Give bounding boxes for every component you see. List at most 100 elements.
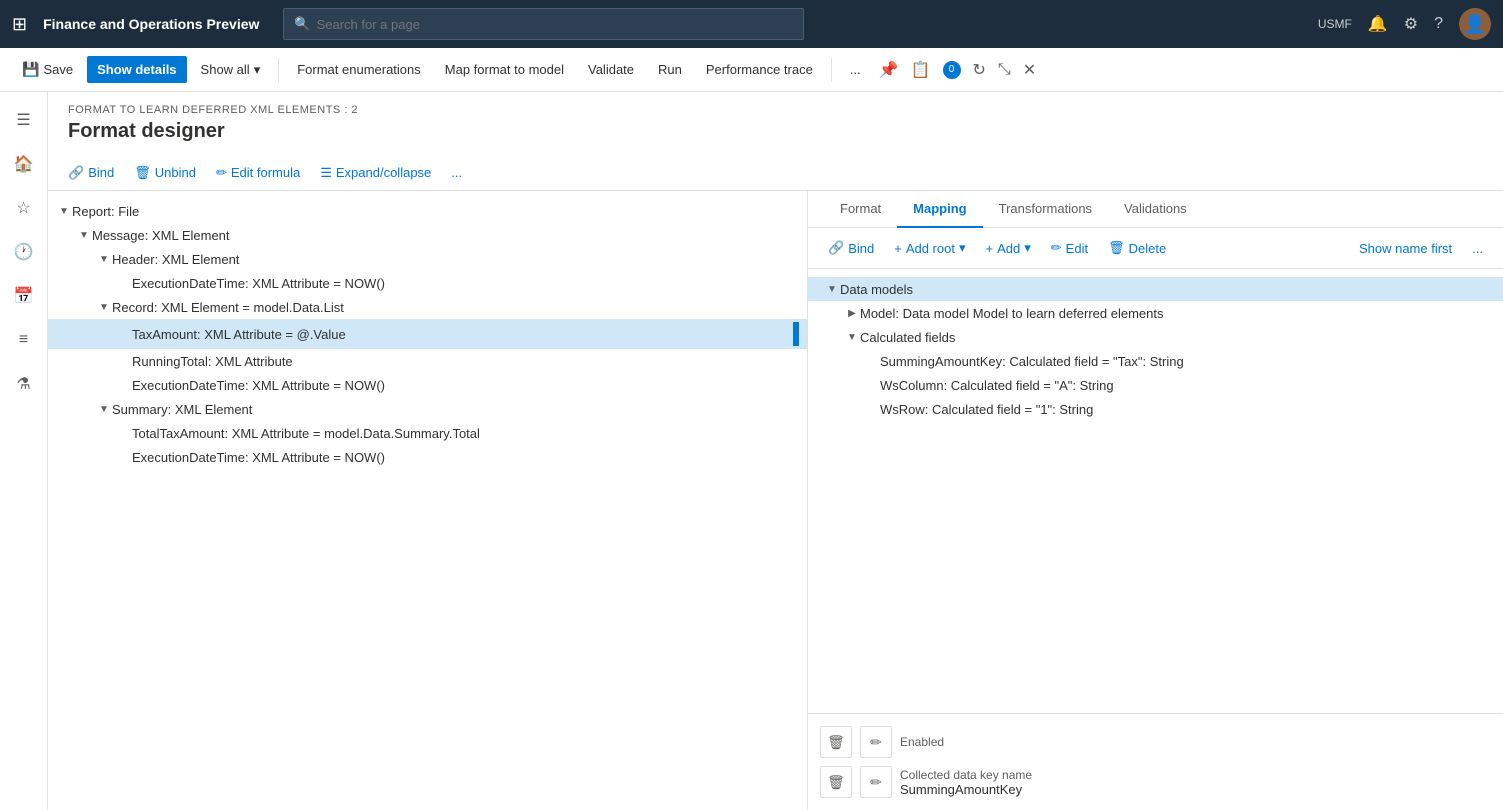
mapping-item[interactable]: SummingAmountKey: Calculated field = "Ta… [808, 349, 1503, 373]
tree-toggle: ▼ [96, 302, 112, 313]
sidebar-icon-recent[interactable]: 🕐 [4, 232, 44, 272]
tree-item[interactable]: ExecutionDateTime: XML Attribute = NOW() [48, 373, 807, 397]
settings-icon[interactable]: ⚙ [1404, 14, 1418, 34]
format-more-label: ... [451, 165, 462, 180]
app-title: Finance and Operations Preview [43, 16, 259, 32]
mapping-item-text: Data models [840, 282, 913, 297]
tree-toggle: ▼ [56, 206, 72, 217]
show-all-button[interactable]: Show all ▾ [191, 56, 271, 84]
tree-item[interactable]: ▼ Header: XML Element [48, 247, 807, 271]
sidebar-icon-list[interactable]: ≡ [4, 320, 44, 360]
add-button[interactable]: + Add ▾ [978, 236, 1039, 260]
map-format-to-model-button[interactable]: Map format to model [435, 56, 574, 83]
bind-button[interactable]: 🔗 Bind [60, 161, 122, 185]
key-delete-button[interactable]: 🗑 [820, 766, 852, 798]
mapping-more-button[interactable]: ... [1464, 237, 1491, 260]
link-icon: 🔗 [68, 165, 84, 181]
tab-transformations[interactable]: Transformations [983, 191, 1108, 228]
mapping-item[interactable]: ▼ Calculated fields [808, 325, 1503, 349]
mapping-toggle: ▼ [844, 332, 860, 343]
tree-item[interactable]: RunningTotal: XML Attribute [48, 349, 807, 373]
validate-button[interactable]: Validate [578, 56, 644, 83]
format-enumerations-label: Format enumerations [297, 62, 421, 77]
format-more-button[interactable]: ... [443, 161, 470, 184]
pencil-icon-mapping: ✏ [1051, 240, 1062, 256]
expand-collapse-button[interactable]: ☰ Expand/collapse [312, 161, 439, 185]
run-button[interactable]: Run [648, 56, 692, 83]
sidebar-icon-menu[interactable]: ☰ [4, 100, 44, 140]
copy-icon[interactable]: 📋 [911, 60, 931, 80]
tree-toggle: ▼ [96, 254, 112, 265]
mapping-item[interactable]: ▶ Model: Data model Model to learn defer… [808, 301, 1503, 325]
save-button[interactable]: 💾 Save [12, 55, 83, 84]
tree-item[interactable]: TotalTaxAmount: XML Attribute = model.Da… [48, 421, 807, 445]
unbind-label: Unbind [155, 165, 196, 180]
mapping-item[interactable]: WsRow: Calculated field = "1": String [808, 397, 1503, 421]
mapping-bind-button[interactable]: 🔗 Bind [820, 236, 882, 260]
expand-collapse-icon: ☰ [320, 165, 332, 181]
edit-formula-button[interactable]: ✏ Edit formula [208, 161, 308, 185]
tree-item-text: TaxAmount: XML Attribute = @.Value [132, 327, 793, 342]
mapping-item[interactable]: ▼ Data models [808, 277, 1503, 301]
more-label: ... [850, 62, 861, 77]
sidebar-icon-filter[interactable]: ⚗ [4, 364, 44, 404]
search-input[interactable] [317, 17, 793, 32]
tab-mapping[interactable]: Mapping [897, 191, 982, 228]
tree-item[interactable]: ▼ Message: XML Element [48, 223, 807, 247]
performance-trace-button[interactable]: Performance trace [696, 56, 823, 83]
mapping-bind-label: Bind [848, 241, 874, 256]
separator-2 [831, 58, 832, 82]
avatar[interactable]: 👤 [1459, 8, 1491, 40]
close-icon[interactable]: ✕ [1023, 60, 1036, 80]
tab-validations[interactable]: Validations [1108, 191, 1203, 228]
tab-format[interactable]: Format [824, 191, 897, 228]
mapping-item[interactable]: WsColumn: Calculated field = "A": String [808, 373, 1503, 397]
mapping-panel: Format Mapping Transformations Validatio… [808, 191, 1503, 810]
edit-button[interactable]: ✏ Edit [1043, 236, 1096, 260]
plus-icon-root: + [894, 241, 902, 256]
tabs: Format Mapping Transformations Validatio… [808, 191, 1503, 228]
page-header: FORMAT TO LEARN DEFERRED XML ELEMENTS : … [48, 92, 1503, 155]
tree-item[interactable]: ▼ Record: XML Element = model.Data.List [48, 295, 807, 319]
notification-icon[interactable]: 🔔 [1368, 14, 1388, 34]
nav-icons: USMF 🔔 ⚙ ? 👤 [1318, 8, 1491, 40]
pin-icon[interactable]: 📌 [879, 60, 899, 80]
enabled-delete-button[interactable]: 🗑 [820, 726, 852, 758]
page-title: Format designer [68, 120, 1483, 143]
show-details-button[interactable]: Show details [87, 56, 186, 83]
unbind-button[interactable]: 🗑 Unbind [126, 161, 204, 185]
save-label: Save [43, 62, 73, 77]
sidebar-icon-home[interactable]: 🏠 [4, 144, 44, 184]
main-layout: ☰ 🏠 ☆ 🕐 📅 ≡ ⚗ FORMAT TO LEARN DEFERRED X… [0, 92, 1503, 810]
breadcrumb: FORMAT TO LEARN DEFERRED XML ELEMENTS : … [68, 104, 1483, 116]
waffle-icon[interactable]: ⊞ [12, 14, 27, 35]
key-edit-button[interactable]: ✏ [860, 766, 892, 798]
notification-count[interactable]: 0 [943, 61, 961, 79]
delete-button[interactable]: 🗑 Delete [1100, 236, 1174, 260]
tree-item[interactable]: ▼ Summary: XML Element [48, 397, 807, 421]
run-label: Run [658, 62, 682, 77]
sidebar-icon-calendar[interactable]: 📅 [4, 276, 44, 316]
mapping-link-icon: 🔗 [828, 240, 844, 256]
collected-data-key-value: SummingAmountKey [900, 782, 1032, 797]
tree-item[interactable]: ▼ Report: File [48, 199, 807, 223]
add-root-chevron: ▾ [959, 240, 966, 256]
tree-item[interactable]: ExecutionDateTime: XML Attribute = NOW() [48, 445, 807, 469]
more-button[interactable]: ... [840, 56, 871, 83]
add-root-button[interactable]: + Add root ▾ [886, 236, 973, 260]
sidebar-icon-star[interactable]: ☆ [4, 188, 44, 228]
help-icon[interactable]: ? [1434, 15, 1443, 33]
refresh-icon[interactable]: ↻ [973, 60, 986, 80]
show-name-first-button[interactable]: Show name first [1351, 237, 1460, 260]
enabled-edit-button[interactable]: ✏ [860, 726, 892, 758]
pencil-icon-edit: ✏ [216, 165, 227, 181]
expand-icon[interactable]: ⤡ [998, 61, 1011, 79]
edit-formula-label: Edit formula [231, 165, 300, 180]
tree-item[interactable]: ExecutionDateTime: XML Attribute = NOW() [48, 271, 807, 295]
show-all-chevron: ▾ [254, 62, 261, 78]
format-enumerations-button[interactable]: Format enumerations [287, 56, 431, 83]
search-bar[interactable]: 🔍 [283, 8, 803, 40]
validate-label: Validate [588, 62, 634, 77]
plus-icon-add: + [986, 241, 994, 256]
tree-item[interactable]: TaxAmount: XML Attribute = @.Value [48, 319, 807, 349]
